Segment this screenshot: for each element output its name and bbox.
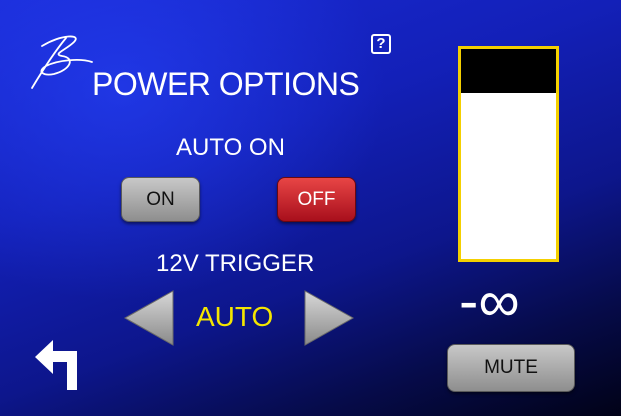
mute-button[interactable]: MUTE xyxy=(447,344,575,392)
volume-readout: -∞ xyxy=(459,269,520,334)
signature-logo-icon xyxy=(31,35,93,89)
back-arrow-icon[interactable] xyxy=(33,340,85,392)
auto-on-off-button[interactable]: OFF xyxy=(277,177,356,222)
page-title: POWER OPTIONS xyxy=(92,66,360,102)
auto-on-on-button[interactable]: ON xyxy=(121,177,200,222)
trigger-label: 12V TRIGGER xyxy=(156,250,315,277)
volume-meter xyxy=(458,46,559,262)
arrow-right-icon[interactable] xyxy=(303,289,355,347)
volume-meter-fill xyxy=(461,49,556,94)
trigger-value: AUTO xyxy=(196,301,274,332)
auto-on-label: AUTO ON xyxy=(176,134,285,161)
help-icon[interactable]: ? xyxy=(371,34,391,54)
arrow-left-icon[interactable] xyxy=(123,289,175,347)
power-options-screen: POWER OPTIONS ? AUTO ON ON OFF 12V TRIGG… xyxy=(0,0,621,416)
